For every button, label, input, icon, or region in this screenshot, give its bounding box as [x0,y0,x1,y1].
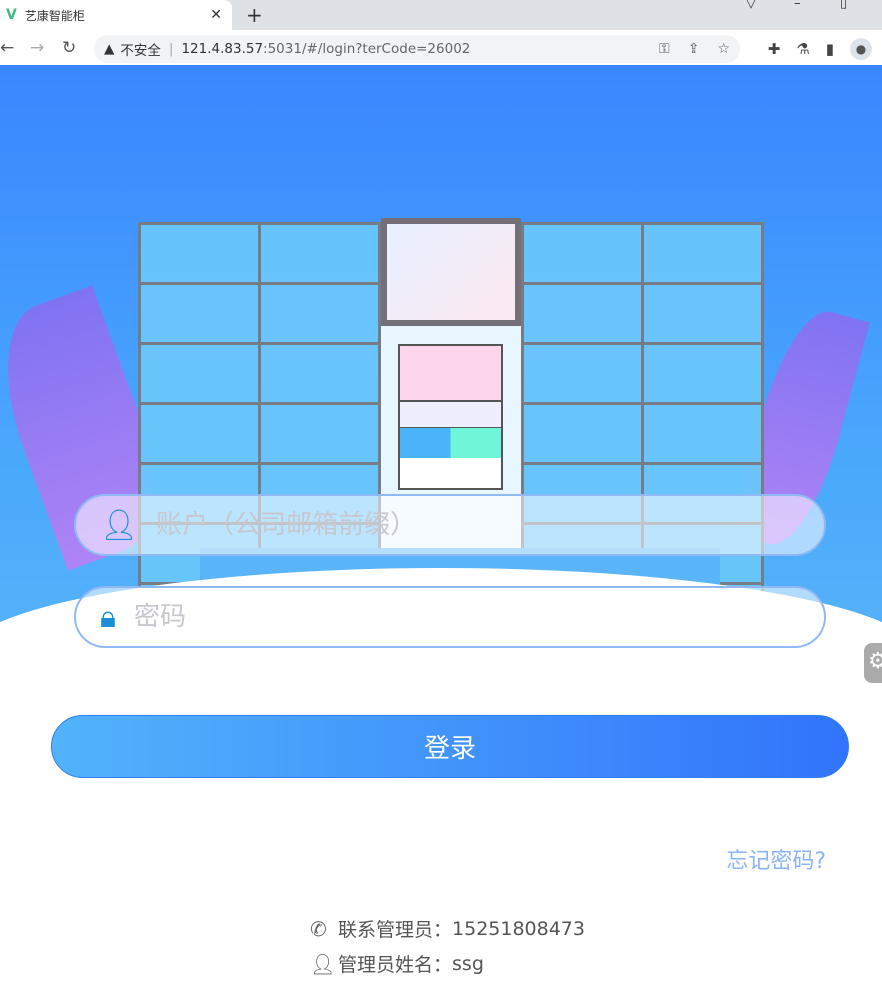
maximize-icon[interactable]: ▯ [840,0,847,11]
forward-icon[interactable]: → [30,38,44,58]
close-tab-icon[interactable]: ✕ [210,7,222,23]
star-icon[interactable]: ☆ [717,41,730,57]
share-icon[interactable]: ⇪ [688,41,700,57]
phone-value: 15251808473 [452,917,585,940]
minimize-icon[interactable]: – [794,0,801,11]
account-field[interactable]: 👤︎ [74,494,826,556]
settings-gear-icon[interactable]: ⚙ [864,643,882,683]
name-value: ssg [452,952,484,975]
tab-search-icon[interactable]: ▽ [746,0,756,11]
tab-active[interactable]: V 艺康智能柜 ✕ [0,0,232,30]
extensions-icon[interactable]: ✚ [768,40,781,58]
phone-label: 联系管理员： [338,919,453,941]
password-field[interactable]: 🔒︎ [74,586,826,648]
security-label: 不安全 [120,43,161,59]
tab-title: 艺康智能柜 [24,8,85,23]
address-bar[interactable]: ▲ 不安全 | 121.4.83.57:5031/#/login?terCode… [94,35,740,63]
phone-icon: ✆ [310,916,327,941]
browser-toolbar: ← → ↻ ▲ 不安全 | 121.4.83.57:5031/#/login?t… [0,30,882,68]
reload-icon[interactable]: ↻ [62,38,76,58]
warning-icon: ▲ [104,41,115,57]
vue-logo-icon: V [6,7,17,23]
side-panel-icon[interactable]: ▮ [826,40,834,58]
lab-icon[interactable]: ⚗ [796,40,809,58]
password-input[interactable] [133,602,734,632]
user-icon: 👤︎ [100,507,139,543]
url-path: :5031/#/login?terCode=26002 [263,41,471,57]
contact-phone: ✆ 联系管理员： 15251808473 [310,915,585,942]
login-button[interactable]: 登录 [51,715,849,778]
forgot-password-link[interactable]: 忘记密码? [726,843,826,875]
tab-strip: V 艺康智能柜 ✕ + ▽ – ▯ [0,0,882,30]
new-tab-button[interactable]: + [246,3,263,27]
contact-name: 👤︎ 管理员姓名： ssg [310,950,484,977]
name-label: 管理员姓名： [338,954,453,976]
profile-avatar[interactable]: ● [850,38,872,60]
account-input[interactable] [156,510,757,540]
person-icon: 👤︎ [310,951,336,976]
back-icon[interactable]: ← [0,38,14,58]
url-host: 121.4.83.57 [181,41,264,57]
key-icon[interactable]: ⚿ [659,41,670,57]
lock-icon: 🔒︎ [100,599,116,635]
